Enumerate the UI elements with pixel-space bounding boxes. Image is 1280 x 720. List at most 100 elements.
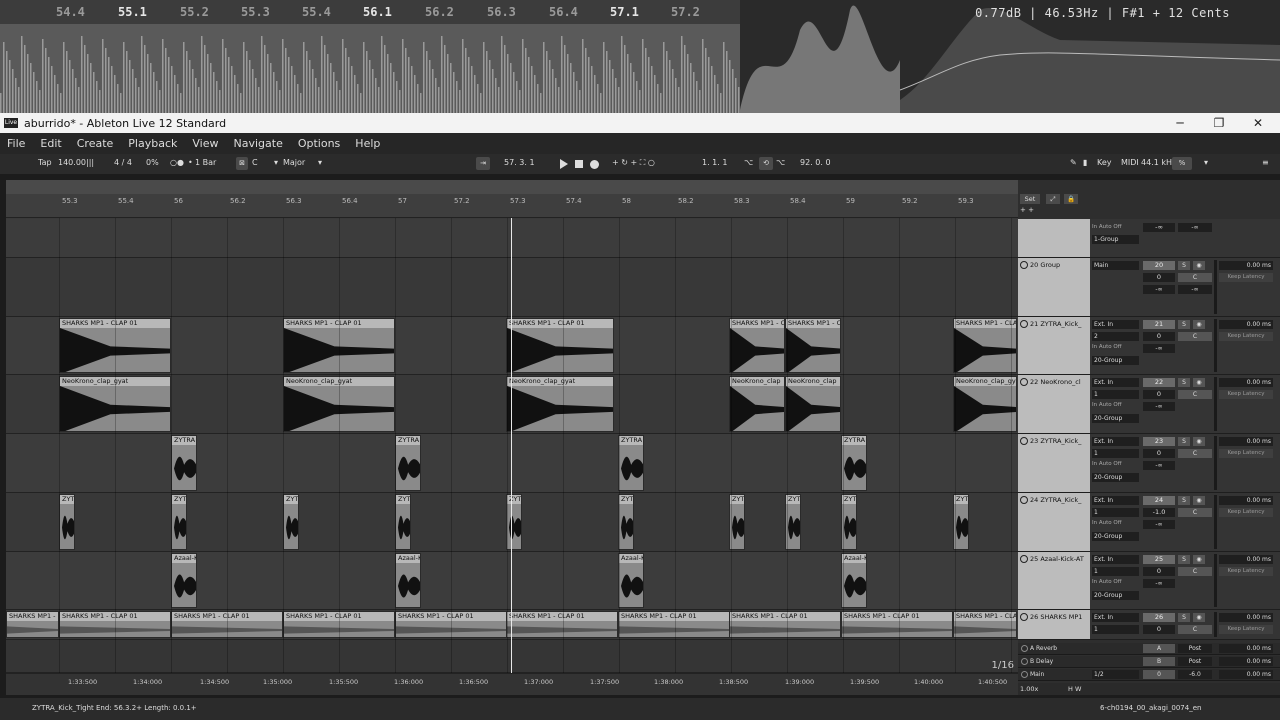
audio-clip[interactable]: ZYTF	[171, 494, 187, 550]
main-delay[interactable]: 0.00 ms	[1219, 670, 1273, 679]
audio-clip[interactable]: SHARKS MP1 - CLAP 01	[506, 611, 618, 638]
return-label[interactable]: B	[1143, 657, 1175, 666]
tap-tempo-button[interactable]: Tap	[38, 158, 52, 167]
return-track-a[interactable]: A Reverb A Post 0.00 ms	[1018, 643, 1280, 655]
track-header-22[interactable]: 22 NeoKrono_cl Ext. In 1 22 S ◉ 0 C 0.00 ms Keep …	[1018, 375, 1280, 434]
audio-clip[interactable]: ZYTF	[395, 494, 411, 550]
track-delay[interactable]: 0.00 ms	[1219, 437, 1273, 446]
track-channel-select[interactable]: 1	[1092, 449, 1139, 458]
lane-returns[interactable]	[6, 640, 1018, 673]
track-input-select[interactable]: Ext. In	[1092, 555, 1139, 564]
track-output-select[interactable]: 1-Group	[1092, 235, 1139, 244]
track-header-26[interactable]: 26 SHARKS MP1 Ext. In 1 26 S ◉ 0 C 0.00 ms Keep L…	[1018, 610, 1280, 640]
track-volume[interactable]: 0	[1143, 390, 1175, 399]
track-delay[interactable]: 0.00 ms	[1219, 613, 1273, 622]
time-ruler[interactable]: 1:33:500 1:34:000 1:34:500 1:35:000 1:35…	[6, 673, 1018, 695]
loop-start-field[interactable]: 1. 1. 1	[702, 158, 727, 167]
audio-clip[interactable]: ZYTF	[283, 494, 299, 550]
track-number[interactable]: 23	[1143, 437, 1175, 446]
lane-group-top[interactable]	[6, 219, 1018, 258]
keep-latency-button[interactable]: Keep Latency	[1219, 625, 1273, 634]
arm-icon[interactable]: ◉	[1193, 437, 1205, 446]
pan-button[interactable]: C	[1178, 332, 1212, 341]
main-label[interactable]: 0	[1143, 670, 1175, 679]
menu-playback[interactable]: Playback	[121, 137, 185, 150]
audio-clip[interactable]: SHARKS MP1 - CLAP 01	[618, 611, 730, 638]
track-delay[interactable]: 0.00 ms	[1219, 555, 1273, 564]
keep-latency-button[interactable]: Keep Latency	[1219, 390, 1273, 399]
fold-icon[interactable]	[1020, 261, 1028, 269]
arrangement-view[interactable]: 55.3 55.4 56 56.2 56.3 56.4 57 57.2 57.3…	[6, 180, 1018, 695]
monitor-buttons[interactable]: In Auto Off	[1092, 402, 1122, 408]
audio-clip[interactable]: SHARKS MP1 - C	[729, 318, 785, 373]
punch-out-icon[interactable]: ⌥	[776, 158, 785, 167]
lane-22[interactable]: NeoKrono_clap_gyat NeoKrono_clap_gyat NeoK…	[6, 375, 1018, 434]
loop-toggle-icon[interactable]: ⟲	[759, 157, 773, 170]
solo-button[interactable]: S	[1178, 613, 1190, 622]
audio-clip[interactable]: ZYTRA	[171, 435, 197, 491]
edit-icon[interactable]: ▮	[1083, 158, 1087, 167]
maximize-button[interactable]: ❐	[1199, 113, 1239, 133]
track-output-select[interactable]: 20-Group	[1092, 414, 1139, 423]
keep-latency-button[interactable]: Keep Latency	[1219, 508, 1273, 517]
minimize-button[interactable]: ─	[1160, 113, 1200, 133]
audio-clip[interactable]: SHARKS MP1 - CLAP 01	[506, 318, 614, 373]
audio-clip[interactable]: ZYTF	[618, 494, 634, 550]
draw-mode-icon[interactable]: ✎	[1070, 158, 1077, 167]
audio-clip[interactable]: SHARKS MP1 - CLAP 01	[953, 318, 1017, 373]
arm-icon[interactable]: ◉	[1193, 613, 1205, 622]
menu-options[interactable]: Options	[291, 137, 348, 150]
track-volume[interactable]: 0	[1143, 449, 1175, 458]
track-channel-select[interactable]: 1	[1092, 390, 1139, 399]
track-header-25[interactable]: 25 Azaal-Kick-AT Ext. In 1 25 S ◉ 0 C 0.00 ms Kee…	[1018, 552, 1280, 610]
midi-map-button[interactable]: MIDI	[1121, 158, 1139, 167]
track-delay[interactable]: 0.00 ms	[1219, 378, 1273, 387]
audio-clip[interactable]: NeoKrono_clap	[785, 376, 841, 432]
menu-help[interactable]: Help	[348, 137, 388, 150]
play-icon[interactable]	[1021, 671, 1028, 678]
track-volume[interactable]: -∞	[1143, 223, 1175, 232]
audio-clip[interactable]: SHARKS MP1 - CLAP 01	[729, 611, 841, 638]
arm-icon[interactable]: ◉	[1193, 320, 1205, 329]
fold-icon[interactable]	[1020, 320, 1028, 328]
record-icon[interactable]	[590, 160, 599, 169]
scale-mode-icon[interactable]: ⊠	[236, 157, 248, 170]
track-input-select[interactable]: Ext. In	[1092, 437, 1139, 446]
track-channel-select[interactable]: 1	[1092, 508, 1139, 517]
swing-field[interactable]: 0%	[146, 158, 159, 167]
song-position-field[interactable]: 57. 3. 1	[504, 158, 535, 167]
pan-button[interactable]: C	[1178, 449, 1212, 458]
track-header-24[interactable]: 24 ZYTRA_Kick_ Ext. In 1 24 S ◉ -1.0 C 0.00 ms Ke…	[1018, 493, 1280, 552]
hw-toggle[interactable]: H W	[1068, 685, 1081, 693]
track-number[interactable]: 20	[1143, 261, 1175, 270]
pan-button[interactable]: C	[1178, 508, 1212, 517]
track-pan[interactable]: -∞	[1178, 223, 1212, 232]
audio-clip[interactable]: NeoKrono_clap_gyat	[506, 376, 614, 432]
track-channel-select[interactable]: 1	[1092, 567, 1139, 576]
fold-icon[interactable]	[1020, 437, 1028, 445]
main-output-select[interactable]: 1/2	[1092, 670, 1139, 679]
monitor-buttons[interactable]: In Auto Off	[1092, 344, 1122, 350]
audio-clip[interactable]: Azaal-K	[171, 553, 197, 608]
time-signature-field[interactable]: 4 / 4	[114, 158, 132, 167]
tempo-field[interactable]: 140.00	[58, 158, 86, 167]
audio-clip[interactable]: NeoKrono_clap	[729, 376, 785, 432]
pan-button[interactable]: C	[1178, 390, 1212, 399]
key-select[interactable]: C	[252, 158, 258, 167]
play-icon[interactable]	[560, 159, 568, 169]
punch-in-icon[interactable]: ⌥	[744, 158, 753, 167]
add-icon[interactable]: + +	[1020, 206, 1034, 214]
track-volume[interactable]: 0	[1143, 332, 1175, 341]
monitor-buttons[interactable]: In Auto Off	[1092, 579, 1122, 585]
main-volume[interactable]: -6.0	[1178, 670, 1212, 679]
expand-icon[interactable]: ⤢	[1046, 194, 1060, 204]
track-output-select[interactable]: 20-Group	[1092, 473, 1139, 482]
quantization-value[interactable]: 1 Bar	[195, 158, 216, 167]
solo-button[interactable]: S	[1178, 320, 1190, 329]
stop-icon[interactable]	[575, 160, 583, 168]
return-delay[interactable]: 0.00 ms	[1219, 657, 1273, 666]
menu-file[interactable]: File	[0, 137, 33, 150]
track-input-select[interactable]: Ext. In	[1092, 496, 1139, 505]
fold-icon[interactable]	[1020, 378, 1028, 386]
solo-button[interactable]: S	[1178, 555, 1190, 564]
